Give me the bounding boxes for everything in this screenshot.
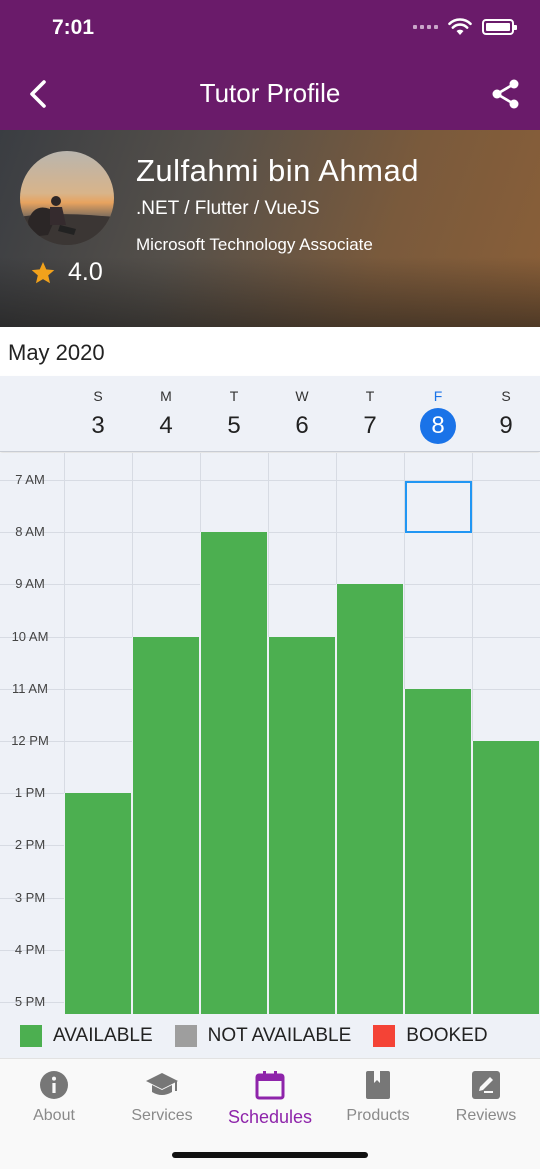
available-slot[interactable] [132,637,200,1014]
avatar-photo [20,196,114,245]
available-slot[interactable] [336,584,404,1014]
rating-value: 4.0 [68,258,103,286]
schedule-grid[interactable]: 7 AM 8 AM 9 AM 10 AM 11 AM 12 PM 1 PM 2 PM 3 PM 4… [0,453,540,1014]
nav-label: Reviews [455,1107,517,1124]
page-title: Tutor Profile [199,78,341,108]
day-header[interactable]: T 5 [200,376,268,444]
day-number: 7 [363,412,377,439]
hour-label: 5 PM [14,994,46,1009]
review-edit-icon [472,1071,500,1099]
tutor-name: Zulfahmi bin Ahmad [136,153,419,188]
nav-products[interactable]: Products [324,1069,432,1125]
day-letter: S [93,388,103,404]
avatar[interactable] [20,151,114,245]
hour-label: 9 AM [15,576,45,591]
available-slot[interactable] [404,689,472,1014]
day-header[interactable]: S 9 [472,376,540,444]
legend-item: NOT AVAILABLE [174,1025,352,1047]
status-icons [413,18,517,36]
day-number: 4 [159,412,173,439]
day-letter: S [501,388,511,404]
nav-services[interactable]: Services [108,1069,216,1125]
star-icon [31,261,55,283]
hour-label: 7 AM [15,472,45,487]
day-letter: T [229,388,239,404]
day-number: 8 [420,408,456,444]
day-letter: F [433,388,443,404]
calendar-icon [255,1071,285,1100]
hour-label: 1 PM [14,785,46,800]
hour-label: 12 PM [11,733,49,748]
day-letter: W [295,388,309,404]
month-label: May 2020 [8,340,105,365]
nav-label: Services [131,1107,193,1124]
legend-swatch-available [20,1025,42,1047]
legend-swatch-not-available [174,1025,197,1047]
nav-schedules[interactable]: Schedules [216,1069,324,1128]
day-number: 9 [499,412,513,439]
book-icon [366,1071,390,1099]
day-header[interactable]: T 7 [336,376,404,444]
day-letter: M [160,388,172,404]
day-number: 6 [295,412,309,439]
hour-label: 4 PM [14,942,46,957]
day-header[interactable]: W 6 [268,376,336,444]
day-letter: T [365,388,375,404]
selected-slot[interactable] [405,481,472,533]
day-number: 5 [227,412,241,439]
available-slot[interactable] [268,637,336,1014]
day-number: 3 [91,412,105,439]
legend-swatch-booked [373,1025,396,1047]
legend-item: AVAILABLE [20,1025,153,1047]
legend-label: BOOKED [406,1025,488,1046]
nav-label: Schedules [227,1107,313,1127]
available-slot[interactable] [64,793,132,1014]
nav-about[interactable]: About [0,1069,108,1125]
tutor-certification: Microsoft Technology Associate [136,235,373,254]
app-header: 7:01 Tutor Profile [0,0,540,130]
tutor-skills: .NET / Flutter / VueJS [136,198,320,219]
legend-label: NOT AVAILABLE [207,1025,352,1046]
day-header[interactable]: S 3 [64,376,132,444]
hour-gridline [0,584,540,585]
share-icon [492,79,519,109]
status-time: 7:01 [52,16,95,39]
available-slot[interactable] [200,532,268,1014]
wifi-icon [448,18,472,35]
hour-label: 10 AM [11,629,49,644]
home-indicator [172,1152,368,1158]
nav-reviews[interactable]: Reviews [432,1069,540,1125]
graduation-cap-icon [146,1073,178,1095]
legend: AVAILABLE NOT AVAILABLE BOOKED [0,1014,540,1058]
info-icon [40,1071,68,1099]
nav-label: Products [346,1107,410,1124]
day-header[interactable]: M 4 [132,376,200,444]
nav-label: About [33,1107,75,1124]
hour-label: 3 PM [14,890,46,905]
signal-icon [413,25,438,29]
hour-label: 2 PM [14,837,46,852]
day-header-selected[interactable]: F 8 [404,376,472,444]
hour-label: 8 AM [15,524,45,539]
hour-label: 11 AM [12,681,48,696]
rating: 4.0 [30,258,103,287]
legend-label: AVAILABLE [53,1025,153,1046]
battery-icon [482,19,517,35]
week-header: S 3 M 4 T 5 W 6 T 7 F 8 S 9 [0,376,540,452]
legend-item: BOOKED [373,1025,488,1047]
share-button[interactable] [490,78,522,110]
available-slot[interactable] [472,741,540,1014]
